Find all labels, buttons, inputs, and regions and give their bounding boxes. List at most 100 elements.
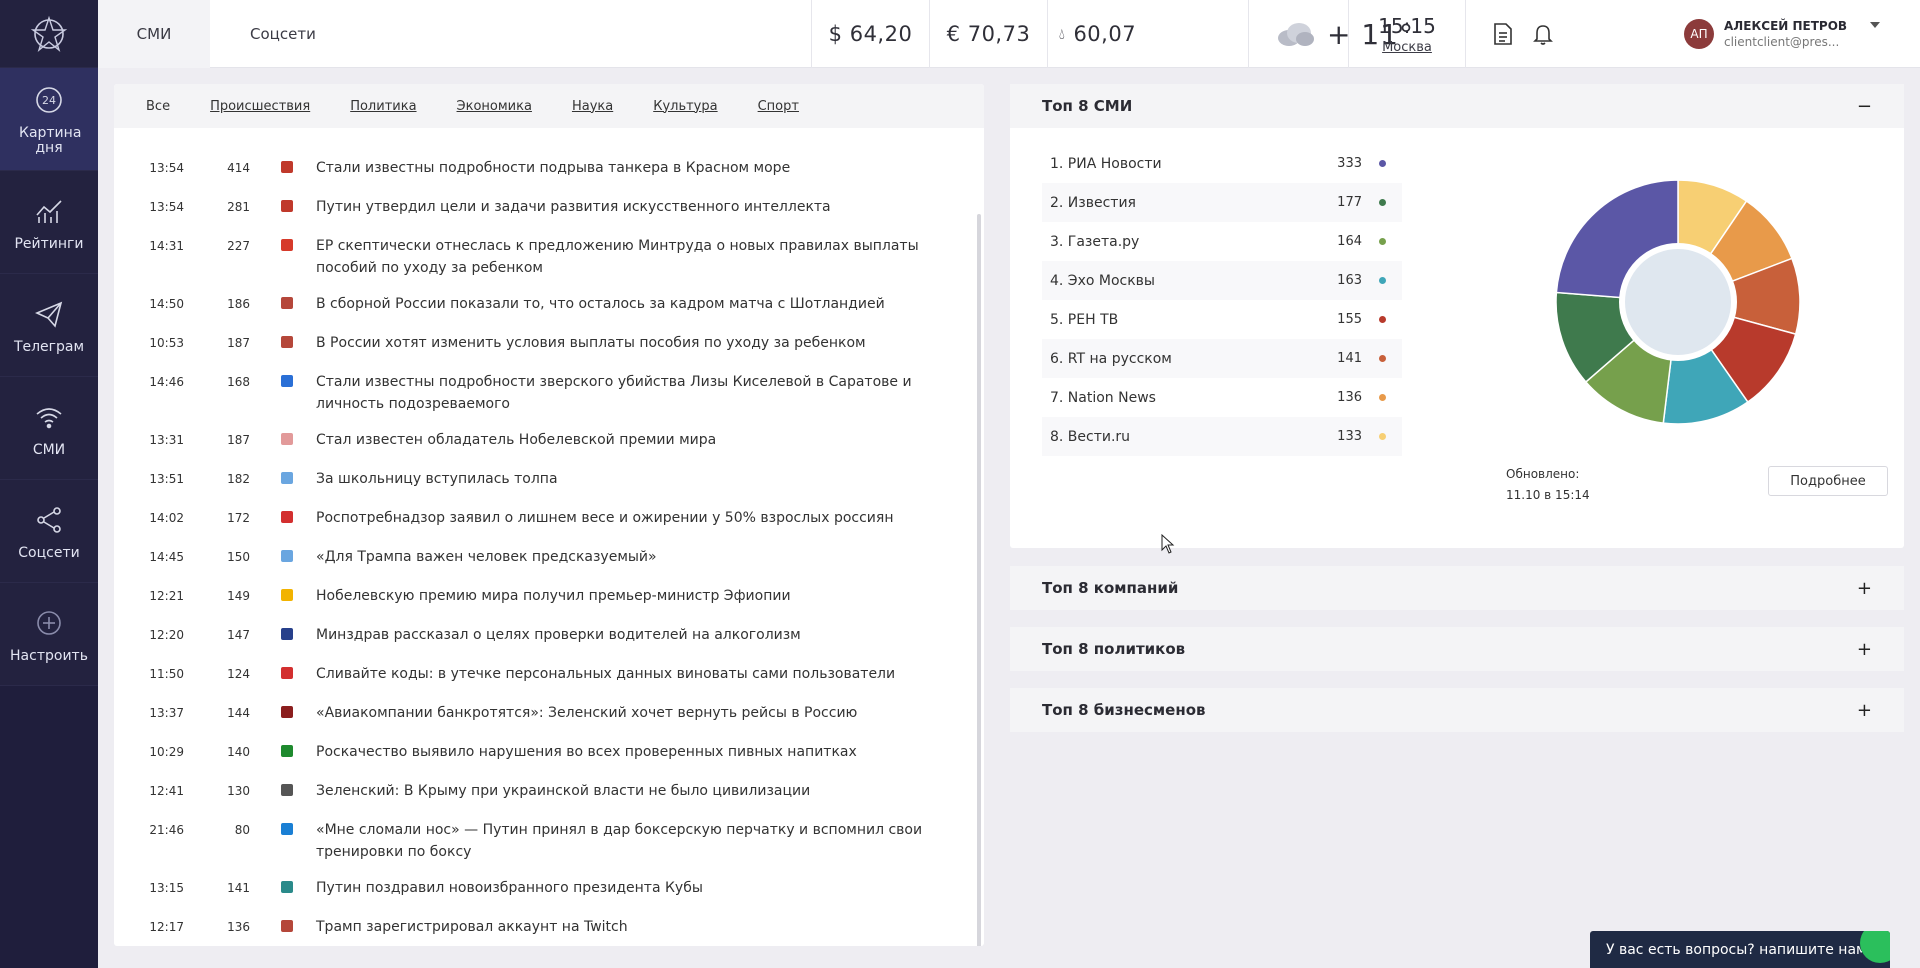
news-title[interactable]: За школьницу вступилась толпа xyxy=(316,468,974,490)
news-row[interactable]: 13:15 141 Путин поздравил новоизбранного п… xyxy=(114,870,974,909)
news-scrollbar[interactable] xyxy=(977,214,981,946)
top-politicians-header[interactable]: Топ 8 политиков + xyxy=(1010,627,1904,671)
top-businessmen-header[interactable]: Топ 8 бизнесменов + xyxy=(1010,688,1904,732)
news-row[interactable]: 13:31 187 Стал известен обладатель Нобелев… xyxy=(114,422,974,461)
top-companies-panel[interactable]: Топ 8 компаний + xyxy=(1010,566,1904,610)
news-row[interactable]: 14:02 172 Роспотребнадзор заявил о лишнем … xyxy=(114,500,974,539)
source-logo-mark xyxy=(281,200,293,212)
news-title[interactable]: Роспотребнадзор заявил о лишнем весе и о… xyxy=(316,507,974,529)
tab-media[interactable]: СМИ xyxy=(98,0,210,68)
news-row[interactable]: 12:41 130 Зеленский: В Крыму при украинско… xyxy=(114,773,974,812)
legend-dot-mark xyxy=(1378,316,1386,323)
category-all[interactable]: Все xyxy=(146,99,170,114)
support-chat-button[interactable]: У вас есть вопросы? напишите нам! xyxy=(1590,931,1890,968)
source-logo-mark xyxy=(281,920,293,932)
top-media-row[interactable]: 5. РЕН ТВ 155 xyxy=(1042,300,1402,339)
category-incidents[interactable]: Происшествия xyxy=(210,99,310,114)
news-title[interactable]: В сборной России показали то, что остало… xyxy=(316,293,974,315)
news-title[interactable]: Роскачество выявило нарушения во всех пр… xyxy=(316,741,974,763)
top-media-row[interactable]: 4. Эхо Москвы 163 xyxy=(1042,261,1402,300)
top-media-row[interactable]: 6. RT на русском 141 xyxy=(1042,339,1402,378)
news-row[interactable]: 12:20 147 Минздрав рассказал о целях прове… xyxy=(114,617,974,656)
news-title[interactable]: В России хотят изменить условия выплаты … xyxy=(316,332,974,354)
news-row[interactable]: 10:53 187 В России хотят изменить условия … xyxy=(114,325,974,364)
news-row[interactable]: 10:29 140 Роскачество выявило нарушения во… xyxy=(114,734,974,773)
news-time: 14:31 xyxy=(149,239,184,253)
news-row[interactable]: 14:50 186 В сборной России показали то, чт… xyxy=(114,286,974,325)
source-logo-icon xyxy=(258,624,316,640)
top-media-row[interactable]: 7. Nation News 136 xyxy=(1042,378,1402,417)
news-row[interactable]: 12:17 136 Трамп зарегистрировал аккаунт на… xyxy=(114,909,974,946)
document-icon[interactable] xyxy=(1492,22,1514,46)
expand-icon[interactable]: + xyxy=(1857,700,1872,721)
category-science[interactable]: Наука xyxy=(572,99,613,114)
news-title[interactable]: «Мне сломали нос» — Путин принял в дар б… xyxy=(316,819,974,863)
app-logo[interactable] xyxy=(0,0,98,68)
media-name: 7. Nation News xyxy=(1050,389,1156,406)
top-companies-header[interactable]: Топ 8 компаний + xyxy=(1010,566,1904,610)
news-row[interactable]: 14:46 168 Стали известны подробности зверс… xyxy=(114,364,974,422)
category-politics[interactable]: Политика xyxy=(350,99,416,114)
user-menu[interactable]: АП АЛЕКСЕЙ ПЕТРОВ clientclient@pres... xyxy=(1684,0,1881,68)
news-title[interactable]: Зеленский: В Крыму при украинской власти… xyxy=(316,780,974,802)
legend-dot-mark xyxy=(1378,160,1386,167)
top-politicians-panel[interactable]: Топ 8 политиков + xyxy=(1010,627,1904,671)
bell-icon[interactable] xyxy=(1532,22,1554,46)
news-title[interactable]: Сливайте коды: в утечке персональных дан… xyxy=(316,663,974,685)
news-title[interactable]: Стал известен обладатель Нобелевской пре… xyxy=(316,429,974,451)
sidebar-item-media[interactable]: СМИ xyxy=(0,377,98,480)
news-title[interactable]: Стали известны подробности зверского уби… xyxy=(316,371,974,415)
top-media-row[interactable]: 1. РИА Новости 333 xyxy=(1042,144,1402,183)
sidebar-item-ratings[interactable]: Рейтинги xyxy=(0,171,98,274)
collapse-icon[interactable]: − xyxy=(1857,96,1872,117)
sidebar-item-social[interactable]: Соцсети xyxy=(0,480,98,583)
expand-icon[interactable]: + xyxy=(1857,578,1872,599)
header-icons xyxy=(1465,0,1558,68)
news-row[interactable]: 13:54 281 Путин утвердил цели и задачи раз… xyxy=(114,189,974,228)
news-title[interactable]: «Авиакомпании банкротятся»: Зеленский хо… xyxy=(316,702,974,724)
sidebar-item-telegram[interactable]: Телеграм xyxy=(0,274,98,377)
source-logo-mark xyxy=(281,667,293,679)
news-title[interactable]: «Для Трампа важен человек предсказуемый» xyxy=(316,546,974,568)
news-title[interactable]: Стали известны подробности подрыва танке… xyxy=(316,157,974,179)
news-title[interactable]: Путин поздравил новоизбранного президент… xyxy=(316,877,974,899)
news-row[interactable]: 21:46 80 «Мне сломали нос» — Путин принял … xyxy=(114,812,974,870)
media-value: 177 xyxy=(1337,195,1362,210)
media-name: 1. РИА Новости xyxy=(1050,155,1162,172)
top-media-row[interactable]: 8. Вести.ru 133 xyxy=(1042,417,1402,456)
news-title[interactable]: Путин утвердил цели и задачи развития ис… xyxy=(316,196,974,218)
news-count: 414 xyxy=(227,161,250,175)
news-row[interactable]: 13:54 414 Стали известны подробности подры… xyxy=(114,150,974,189)
news-title[interactable]: ЕР скептически отнеслась к предложению М… xyxy=(316,235,974,279)
news-row[interactable]: 14:31 227 ЕР скептически отнеслась к предл… xyxy=(114,228,974,286)
news-row[interactable]: 13:37 144 «Авиакомпании банкротятся»: Зеле… xyxy=(114,695,974,734)
expand-icon[interactable]: + xyxy=(1857,639,1872,660)
news-row[interactable]: 11:50 124 Сливайте коды: в утечке персонал… xyxy=(114,656,974,695)
top-media-header[interactable]: Топ 8 СМИ − xyxy=(1010,84,1904,128)
media-value: 133 xyxy=(1337,429,1362,444)
news-title[interactable]: Нобелевскую премию мира получил премьер-… xyxy=(316,585,974,607)
news-row[interactable]: 12:21 149 Нобелевскую премию мира получил … xyxy=(114,578,974,617)
city-link[interactable]: Москва xyxy=(1382,40,1432,55)
top-media-row[interactable]: 2. Известия 177 xyxy=(1042,183,1402,222)
top-businessmen-panel[interactable]: Топ 8 бизнесменов + xyxy=(1010,688,1904,732)
sidebar-item-settings[interactable]: Настроить xyxy=(0,583,98,686)
news-row[interactable]: 14:45 150 «Для Трампа важен человек предск… xyxy=(114,539,974,578)
current-time: 15:15 xyxy=(1378,13,1436,38)
sidebar-item-day-picture[interactable]: 24 Картина дня xyxy=(0,68,98,171)
source-logo-icon xyxy=(258,429,316,445)
tab-social[interactable]: Соцсети xyxy=(250,0,316,68)
news-title[interactable]: Трамп зарегистрировал аккаунт на Twitch xyxy=(316,916,974,938)
category-economy[interactable]: Экономика xyxy=(457,99,532,114)
avatar: АП xyxy=(1684,19,1714,49)
top-media-row[interactable]: 3. Газета.ру 164 xyxy=(1042,222,1402,261)
media-name: 4. Эхо Москвы xyxy=(1050,272,1155,289)
news-count: 80 xyxy=(234,823,250,837)
news-row[interactable]: 13:51 182 За школьницу вступилась толпа xyxy=(114,461,974,500)
news-title[interactable]: Минздрав рассказал о целях проверки води… xyxy=(316,624,974,646)
chevron-down-icon[interactable] xyxy=(1869,21,1881,29)
category-sport[interactable]: Спорт xyxy=(758,99,799,114)
source-logo-icon xyxy=(258,780,316,796)
category-culture[interactable]: Культура xyxy=(653,99,717,114)
more-button[interactable]: Подробнее xyxy=(1768,466,1888,496)
